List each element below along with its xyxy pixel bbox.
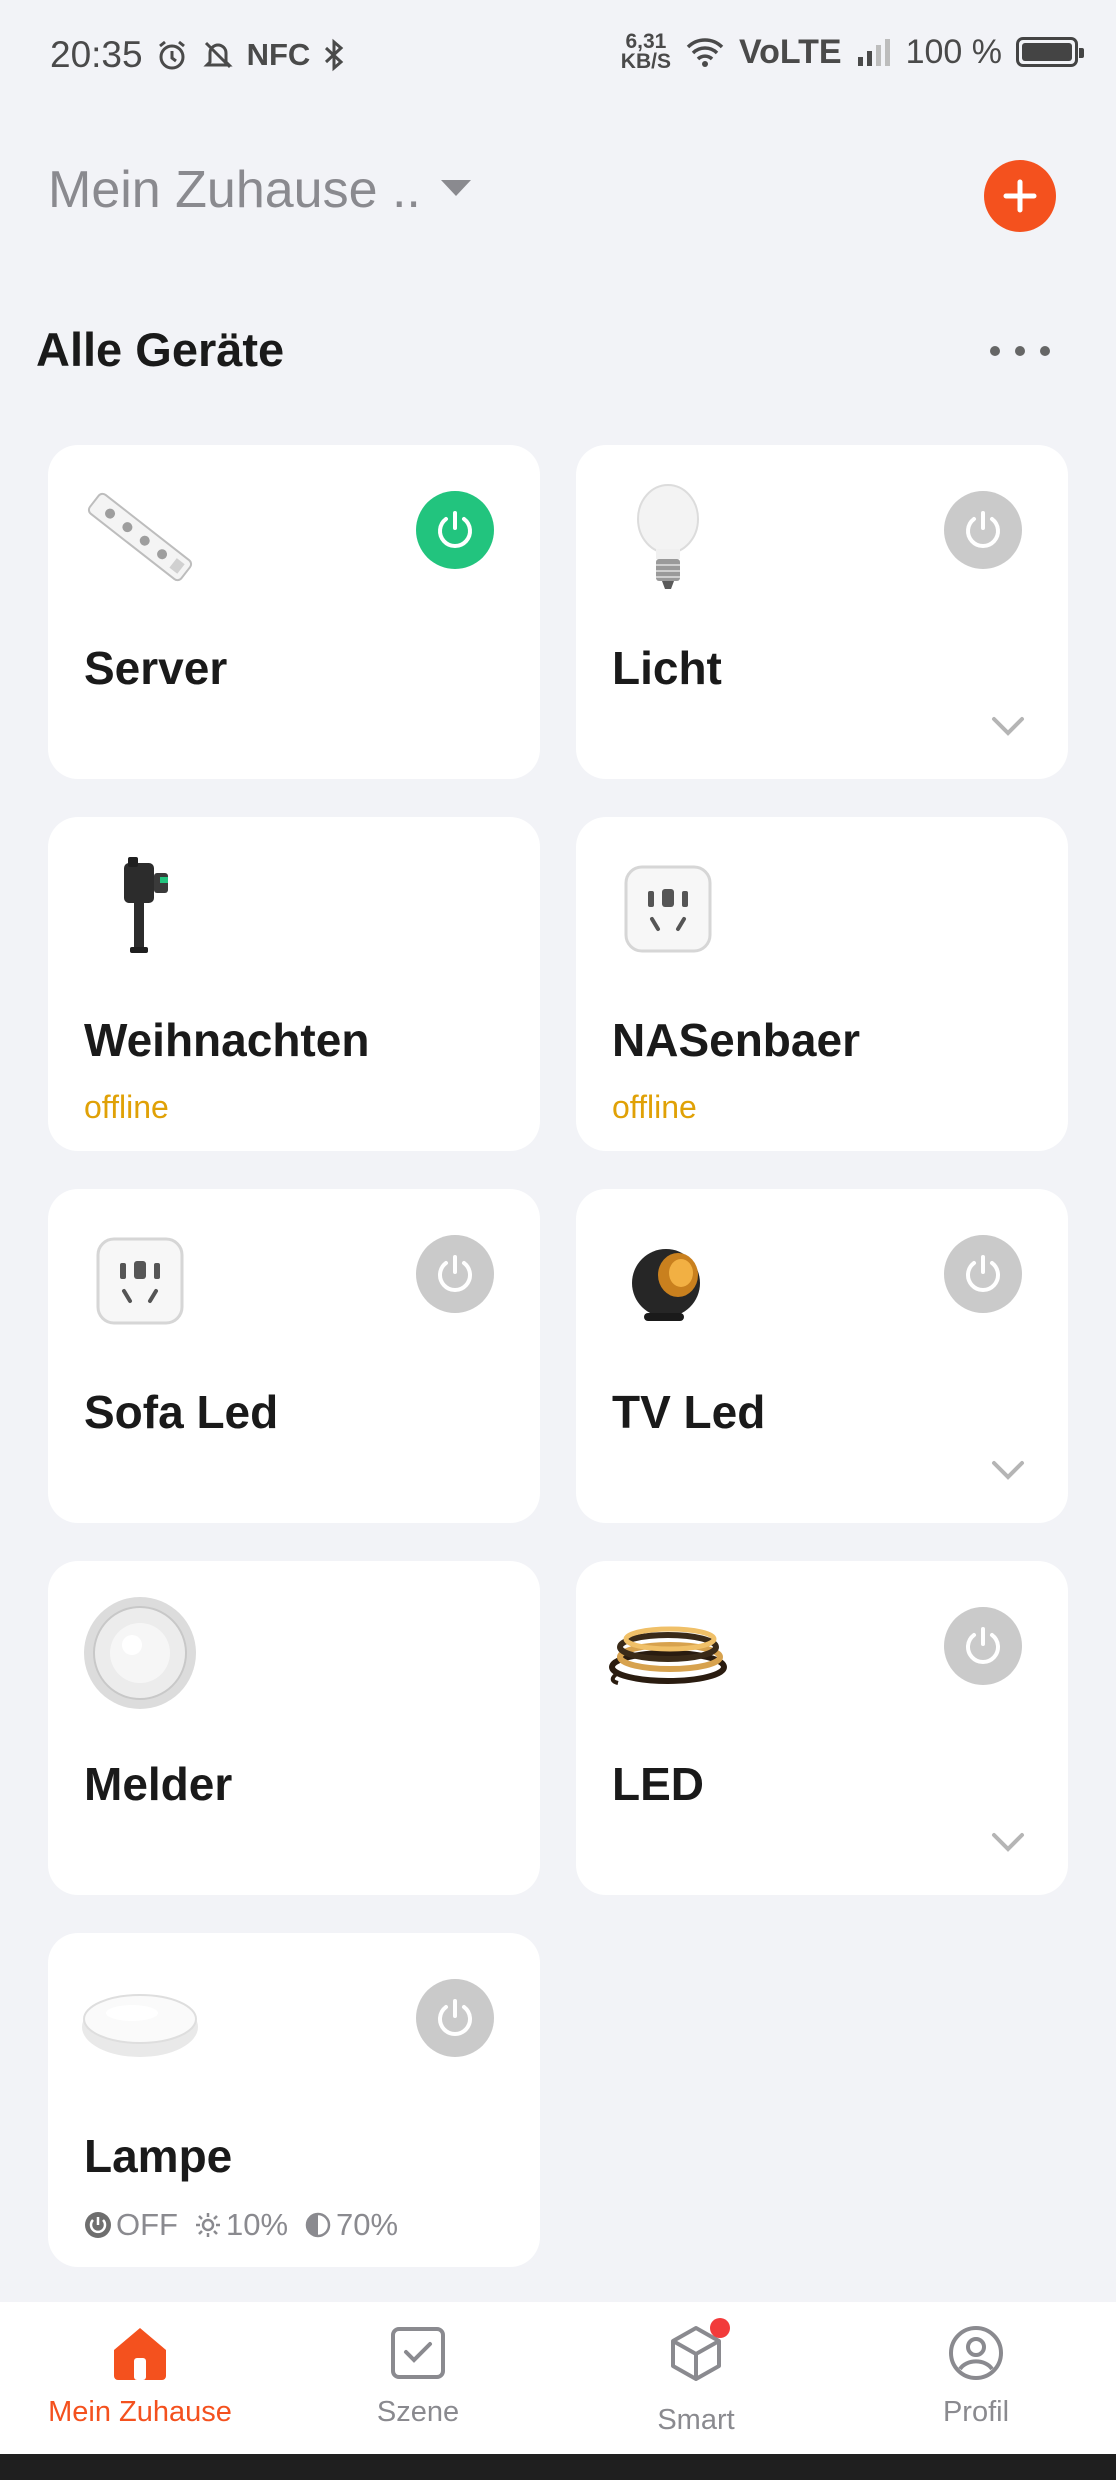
power-toggle-button[interactable] — [416, 1235, 494, 1313]
power-icon — [438, 1255, 472, 1292]
network-type: VoLTE — [738, 32, 842, 71]
smart-cube-icon — [666, 2318, 730, 2390]
section-title: Alle Geräte — [36, 323, 285, 376]
device-name: LED — [612, 1758, 704, 1810]
plus-icon — [1003, 179, 1037, 213]
device-card-tv-led[interactable]: TV Led — [576, 1189, 1068, 1523]
smart-plug-icon — [608, 849, 728, 969]
notification-badge — [710, 2318, 730, 2338]
device-card-licht[interactable]: Licht — [576, 445, 1068, 779]
ceiling-lamp-icon — [80, 1965, 200, 2085]
device-name: Server — [84, 642, 228, 694]
outdoor-plug-icon — [80, 849, 200, 969]
more-options-button[interactable] — [990, 336, 1050, 366]
device-card-weihnachten[interactable]: Weihnachten offline — [48, 817, 540, 1151]
device-card-nasenbaer[interactable]: NASenbaer offline — [576, 817, 1068, 1151]
network-speed: 6,31 KB/S — [620, 30, 671, 73]
chevron-down-icon[interactable] — [990, 715, 1026, 742]
home-selector[interactable]: Mein Zuhause .. — [48, 160, 473, 220]
nav-home[interactable]: Mein Zuhause — [30, 2324, 250, 2429]
offline-status: offline — [84, 1089, 169, 1125]
bottom-navigation: Mein Zuhause Szene Smart Profil — [0, 2302, 1116, 2454]
power-icon — [966, 1255, 1000, 1292]
power-stat: OFF — [84, 2207, 178, 2243]
battery-icon — [1016, 37, 1084, 67]
power-toggle-button[interactable] — [416, 1979, 494, 2057]
offline-status: offline — [612, 1089, 697, 1125]
power-icon — [438, 1999, 472, 2036]
led-strip-icon — [608, 1593, 728, 1713]
device-name: Weihnachten — [84, 1014, 370, 1066]
device-name: Sofa Led — [84, 1386, 279, 1438]
device-name: Melder — [84, 1758, 233, 1810]
scene-checkbox-icon — [391, 2327, 445, 2379]
power-toggle-button[interactable] — [944, 1607, 1022, 1685]
signal-icon — [856, 37, 892, 67]
home-title: Mein Zuhause .. — [48, 161, 421, 219]
profile-icon — [949, 2326, 1003, 2380]
power-icon — [966, 1627, 1000, 1664]
color-temp-stat: 70% — [304, 2207, 398, 2243]
lamp-stats: OFF 10% 70% — [84, 2207, 398, 2243]
clock: 20:35 — [50, 34, 143, 75]
power-strip-icon — [80, 477, 200, 597]
chevron-down-icon[interactable] — [990, 1459, 1026, 1486]
chevron-down-icon[interactable] — [990, 1831, 1026, 1858]
device-name: Lampe — [84, 2130, 233, 2182]
power-icon — [438, 511, 472, 548]
device-name: NASenbaer — [612, 1014, 860, 1066]
device-card-lampe[interactable]: Lampe OFF 10% 70% — [48, 1933, 540, 2267]
dropdown-arrow-icon — [439, 178, 473, 203]
wifi-icon — [685, 36, 725, 68]
power-state-icon — [85, 2212, 111, 2238]
nav-scene[interactable]: Szene — [308, 2324, 528, 2429]
brightness-icon — [196, 2213, 220, 2237]
device-name: Licht — [612, 642, 722, 694]
power-toggle-button[interactable] — [944, 1235, 1022, 1313]
motion-sensor-icon — [80, 1593, 200, 1713]
system-navigation-bar — [0, 2454, 1116, 2480]
mute-bell-icon — [201, 38, 235, 72]
device-card-led[interactable]: LED — [576, 1561, 1068, 1895]
brightness-stat: 10% — [194, 2207, 288, 2243]
device-card-sofa-led[interactable]: Sofa Led — [48, 1189, 540, 1523]
contrast-icon — [305, 2212, 331, 2238]
nfc-indicator: NFC — [246, 37, 311, 72]
device-name: TV Led — [612, 1386, 766, 1438]
ambient-lamp-icon — [608, 1221, 728, 1341]
device-card-server[interactable]: Server — [48, 445, 540, 779]
smart-plug-icon — [80, 1221, 200, 1341]
home-icon — [114, 2328, 166, 2380]
power-toggle-button[interactable] — [944, 491, 1022, 569]
bulb-icon — [608, 477, 728, 597]
status-bar: 20:35 NFC 6,31 KB/S VoLTE 100 % — [0, 0, 1116, 110]
dot — [1015, 346, 1025, 356]
bluetooth-icon — [322, 38, 346, 72]
dot — [1040, 346, 1050, 356]
power-toggle-button[interactable] — [416, 491, 494, 569]
power-icon — [966, 511, 1000, 548]
dot — [990, 346, 1000, 356]
device-card-melder[interactable]: Melder — [48, 1561, 540, 1895]
nav-smart[interactable]: Smart — [586, 2318, 806, 2437]
battery-percent: 100 % — [905, 32, 1002, 71]
add-device-button[interactable] — [984, 160, 1056, 232]
nav-profile[interactable]: Profil — [866, 2324, 1086, 2429]
alarm-icon — [155, 38, 189, 72]
